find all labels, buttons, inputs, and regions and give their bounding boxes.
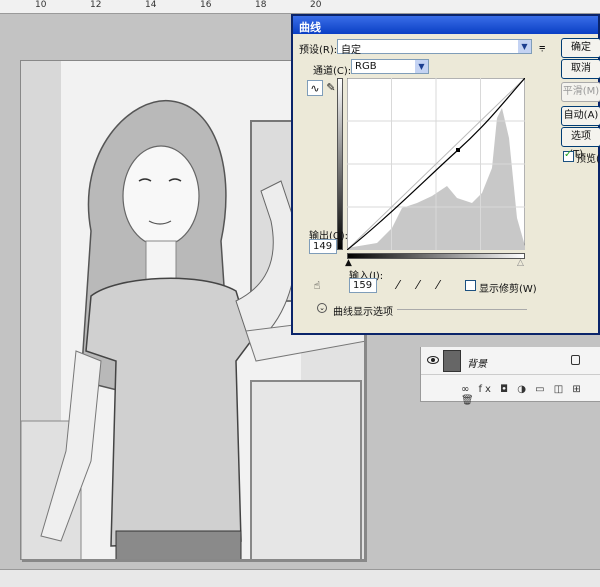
gray-eyedropper-icon[interactable]: ⁄ bbox=[417, 278, 419, 292]
curve-options-toggle[interactable]: 曲线显示选项 bbox=[333, 303, 393, 318]
channel-label: 通道(C): bbox=[313, 66, 352, 77]
layer-toolbar-icons[interactable]: ∞ fx ◘ ◑ ▭ ◫ ⊞ 🗑 bbox=[461, 384, 600, 406]
input-field[interactable]: 159 bbox=[349, 278, 377, 293]
preview-checkbox[interactable] bbox=[563, 149, 574, 162]
chevron-down-icon: ▼ bbox=[415, 60, 428, 73]
status-bar bbox=[0, 569, 600, 587]
ruler-label: 18 bbox=[255, 0, 267, 10]
preset-label: 预设(R): bbox=[299, 45, 338, 56]
lock-icon bbox=[571, 355, 580, 365]
curves-dialog: 曲线 预设(R): 自定 ▼ ⩦ 通道(C): RGB ▼ ∿ ✎ ▲ △ 输出… bbox=[291, 14, 600, 335]
preset-options-icon[interactable]: ⩦ bbox=[539, 40, 545, 54]
preset-value: 自定 bbox=[341, 45, 361, 56]
ok-button[interactable]: 确定 bbox=[561, 38, 600, 58]
divider bbox=[397, 309, 527, 310]
ruler-label: 14 bbox=[145, 0, 157, 10]
output-gradient bbox=[337, 78, 343, 250]
layer-thumbnail bbox=[443, 350, 461, 372]
options-button[interactable]: 选项(T)... bbox=[561, 127, 600, 160]
show-clipping-label: 显示修剪(W) bbox=[479, 284, 537, 295]
input-gradient bbox=[347, 253, 525, 259]
preset-select[interactable]: 自定 ▼ bbox=[337, 39, 532, 56]
black-eyedropper-icon[interactable]: ⁄ bbox=[397, 278, 399, 292]
curve-point-tool-icon[interactable]: ∿ bbox=[307, 80, 323, 96]
show-clipping-checkbox[interactable] bbox=[465, 280, 476, 291]
layers-panel: 背景 ∞ fx ◘ ◑ ▭ ◫ ⊞ 🗑 bbox=[420, 347, 600, 406]
smooth-button[interactable]: 平滑(M) bbox=[561, 82, 600, 102]
auto-button[interactable]: 自动(A) bbox=[561, 106, 600, 126]
channel-select[interactable]: RGB ▼ bbox=[351, 59, 429, 74]
output-field[interactable]: 149 bbox=[309, 239, 337, 254]
white-point-slider-icon[interactable]: △ bbox=[517, 258, 524, 268]
white-eyedropper-icon[interactable]: ⁄ bbox=[437, 278, 439, 292]
curve-control-point[interactable] bbox=[456, 148, 460, 152]
channel-value: RGB bbox=[355, 61, 377, 72]
target-adjustment-hand-icon[interactable]: ☝ bbox=[309, 278, 325, 294]
ruler-label: 16 bbox=[200, 0, 212, 10]
curve-graph[interactable] bbox=[347, 78, 525, 250]
dialog-title: 曲线 bbox=[293, 16, 598, 34]
visibility-eye-icon[interactable] bbox=[427, 356, 439, 364]
chevron-down-icon: ▼ bbox=[518, 40, 531, 53]
ruler-label: 12 bbox=[90, 0, 102, 10]
ruler-label: 10 bbox=[35, 0, 47, 10]
ruler-label: 20 bbox=[310, 0, 322, 10]
chevron-down-icon[interactable]: ⌄ bbox=[317, 303, 327, 313]
layer-name: 背景 bbox=[467, 359, 487, 370]
horizontal-ruler: 10 12 14 16 18 20 bbox=[0, 0, 600, 14]
preview-label: 预览(P) bbox=[576, 154, 600, 165]
cancel-button[interactable]: 取消 bbox=[561, 59, 600, 79]
layer-row-background[interactable]: 背景 bbox=[421, 347, 600, 375]
